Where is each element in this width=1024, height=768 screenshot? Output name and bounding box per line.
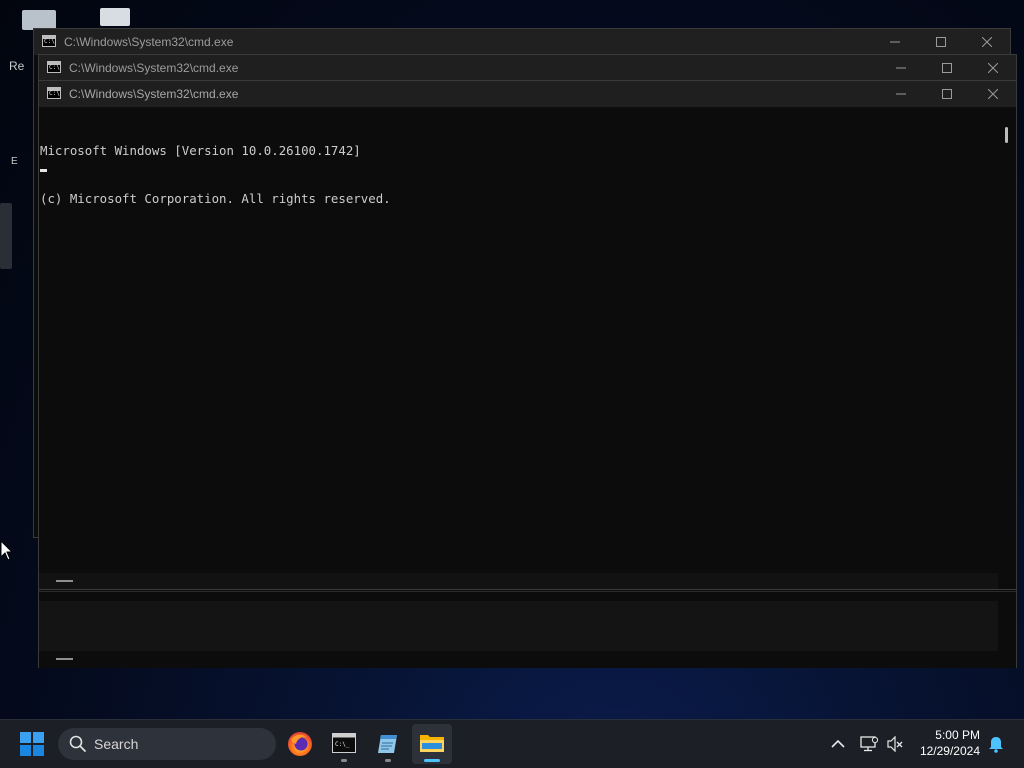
window-title: C:\Windows\System32\cmd.exe bbox=[64, 35, 234, 49]
cmd-app-icon bbox=[42, 35, 56, 47]
console-line: Microsoft Windows [Version 10.0.26100.17… bbox=[40, 143, 361, 158]
taskbar-app-firefox[interactable] bbox=[280, 724, 320, 764]
minimize-icon bbox=[896, 93, 906, 95]
horizontal-scrollbar[interactable] bbox=[39, 573, 998, 589]
network-button[interactable] bbox=[858, 732, 880, 756]
minimize-button[interactable] bbox=[878, 55, 924, 81]
close-icon bbox=[982, 37, 992, 47]
volume-button[interactable] bbox=[884, 732, 906, 756]
minimize-icon bbox=[890, 41, 900, 43]
terminal-icon: C:\_ bbox=[332, 733, 356, 753]
minimize-icon bbox=[896, 67, 906, 69]
vertical-scrollbar-thumb[interactable] bbox=[1005, 127, 1008, 143]
maximize-button[interactable] bbox=[924, 81, 970, 107]
taskbar-app-command-prompt[interactable]: C:\_ bbox=[324, 724, 364, 764]
horizontal-scrollbar[interactable] bbox=[39, 601, 998, 651]
running-indicator bbox=[341, 759, 347, 762]
clock[interactable]: 5:00 PM 12/29/2024 bbox=[912, 726, 982, 762]
tray-overflow-button[interactable] bbox=[828, 732, 848, 756]
desktop-icon-label: Re bbox=[9, 59, 25, 73]
svg-text:C:\_: C:\_ bbox=[335, 741, 350, 748]
search-label: Search bbox=[94, 736, 139, 752]
desktop-icon-recycle-bin[interactable] bbox=[22, 10, 56, 30]
bell-icon bbox=[989, 737, 1003, 753]
taskbar-search-box[interactable]: Search bbox=[58, 728, 276, 760]
running-indicator bbox=[385, 759, 391, 762]
cmd-window-front[interactable]: C:\Windows\System32\cmd.exe Microsoft Wi… bbox=[38, 80, 1017, 590]
windows-logo-icon bbox=[20, 732, 44, 756]
taskbar-app-file-explorer[interactable] bbox=[412, 724, 452, 764]
desktop-icon-partial[interactable] bbox=[0, 203, 12, 269]
console-line: (c) Microsoft Corporation. All rights re… bbox=[40, 191, 391, 206]
close-icon bbox=[988, 89, 998, 99]
horizontal-scrollbar-thumb[interactable] bbox=[56, 658, 73, 660]
volume-muted-icon bbox=[887, 736, 903, 752]
window-title: C:\Windows\System32\cmd.exe bbox=[69, 61, 239, 75]
console-output[interactable]: Microsoft Windows [Version 10.0.26100.17… bbox=[39, 107, 1016, 573]
maximize-button[interactable] bbox=[924, 55, 970, 81]
clock-time: 5:00 PM bbox=[935, 728, 980, 742]
cmd-app-icon bbox=[47, 61, 61, 73]
minimize-button[interactable] bbox=[878, 81, 924, 107]
maximize-button[interactable] bbox=[918, 29, 964, 55]
desktop-icon-monitor[interactable] bbox=[100, 8, 130, 26]
start-button[interactable] bbox=[12, 724, 52, 764]
search-icon bbox=[69, 735, 86, 752]
network-icon bbox=[860, 736, 878, 752]
cmd-app-icon bbox=[47, 87, 61, 99]
taskbar: Search C:\_ 5:00 PM 12/29/2024 bbox=[0, 719, 1024, 768]
maximize-icon bbox=[942, 89, 952, 99]
maximize-icon bbox=[942, 63, 952, 73]
chevron-up-icon bbox=[831, 739, 845, 748]
desktop-icon-label: E bbox=[11, 156, 18, 167]
window-titlebar[interactable]: C:\Windows\System32\cmd.exe bbox=[39, 55, 1016, 81]
clock-date: 12/29/2024 bbox=[919, 744, 980, 758]
horizontal-scrollbar-thumb[interactable] bbox=[56, 580, 73, 582]
folder-icon bbox=[420, 735, 444, 752]
window-title: C:\Windows\System32\cmd.exe bbox=[69, 87, 239, 101]
mouse-cursor-icon bbox=[0, 540, 14, 561]
taskbar-app-notepad[interactable] bbox=[368, 724, 408, 764]
close-button[interactable] bbox=[964, 29, 1010, 55]
active-indicator bbox=[424, 759, 440, 762]
close-button[interactable] bbox=[970, 55, 1016, 81]
window-titlebar[interactable]: C:\Windows\System32\cmd.exe bbox=[34, 29, 1010, 55]
window-titlebar[interactable]: C:\Windows\System32\cmd.exe bbox=[39, 81, 1016, 107]
notifications-button[interactable] bbox=[984, 732, 1008, 756]
text-cursor bbox=[40, 169, 47, 172]
maximize-icon bbox=[936, 37, 946, 47]
close-icon bbox=[988, 63, 998, 73]
minimize-button[interactable] bbox=[872, 29, 918, 55]
firefox-icon bbox=[288, 732, 312, 756]
close-button[interactable] bbox=[970, 81, 1016, 107]
notepad-icon bbox=[378, 735, 397, 753]
